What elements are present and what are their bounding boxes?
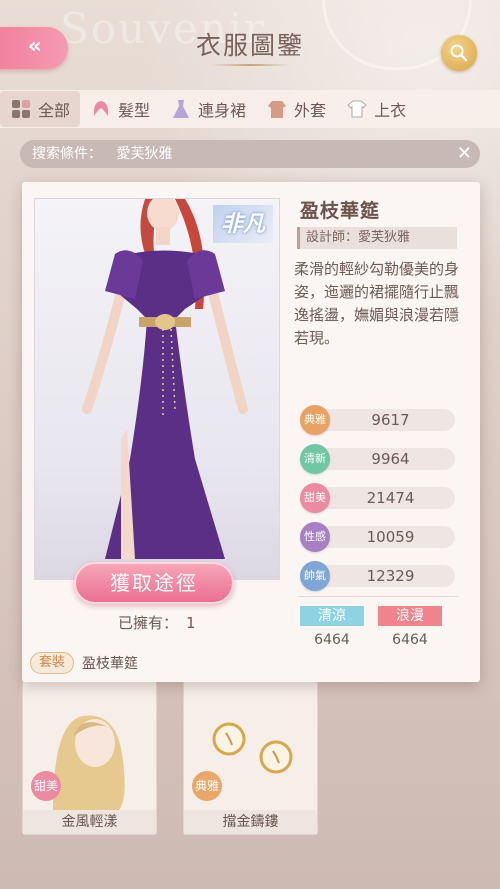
tab-dress[interactable]: 連身裙 [160,91,256,127]
designer-label: 設計師：愛芙狄雅 [297,227,457,249]
grid-icon [10,98,32,120]
item-preview: 非凡 [34,195,280,580]
item-title: 盈枝華筵 [300,200,381,222]
coat-icon [266,98,288,120]
tab-all[interactable]: 全部 [0,91,81,127]
page-title: 衣服圖鑒 [195,31,304,60]
tab-label: 外套 [294,101,327,120]
divider [298,596,458,597]
style-tag: 浪漫 6464 [378,606,442,648]
owned-label: 已擁有： [118,614,179,632]
title-ornament [210,64,290,66]
stat-value: 21474 [312,487,455,509]
search-button[interactable] [441,35,477,71]
stat-badge: 性感 [300,522,330,552]
suit-row: 套裝 盈枝華筵 [30,652,138,674]
owned-value: 1 [186,614,196,632]
stat-badge: 典雅 [300,405,330,435]
rarity-label: 非凡 [213,205,273,243]
search-condition-bar: 搜索條件： 愛芙狄雅 ✕ [20,140,480,168]
category-tabs: 全部 髮型 連身裙 外套 上衣 [0,90,500,128]
style-tag-value: 6464 [392,632,428,648]
dress-model-image [82,195,248,559]
tab-top[interactable]: 上衣 [336,91,416,127]
stat-value: 12329 [312,565,455,587]
stat-row: 12329 帥氣 [300,561,455,591]
stat-badge: 清新 [300,444,330,474]
close-icon[interactable]: ✕ [457,140,472,168]
item-name: 金風輕漾 [23,810,156,834]
style-tag-label: 浪漫 [378,606,442,626]
tab-coat[interactable]: 外套 [256,91,336,127]
stat-row: 10059 性感 [300,522,455,552]
search-condition-value: 愛芙狄雅 [116,146,173,162]
style-tag-value: 6464 [314,632,350,648]
style-tag-label: 清涼 [300,606,364,626]
style-badge: 甜美 [31,771,61,801]
stat-value: 9617 [312,409,455,431]
item-description: 柔滑的輕紗勾勒優美的身姿，迤邐的裙擺隨行止飄逸搖盪，嫵媚與浪漫若隱若現。 [294,260,460,347]
shirt-icon [346,98,368,120]
style-badge: 典雅 [192,771,222,801]
tab-hair[interactable]: 髮型 [80,91,160,127]
suit-name[interactable]: 盈枝華筵 [82,653,138,673]
stat-badge: 甜美 [300,483,330,513]
search-icon [450,44,468,62]
owned-count: 已擁有： 1 [118,612,196,633]
search-condition-label: 搜索條件： [32,146,102,162]
acquire-route-button[interactable]: 獲取途徑 [74,562,234,604]
stat-row: 9617 典雅 [300,405,455,435]
stat-value: 10059 [312,526,455,548]
stat-row: 9964 清新 [300,444,455,474]
dress-icon [170,98,192,120]
stat-badge: 帥氣 [300,561,330,591]
style-tag: 清涼 6464 [300,606,364,648]
item-name: 擋金鑄鏤 [184,810,317,834]
tab-label: 髮型 [118,101,151,120]
suit-tag: 套裝 [30,652,75,674]
tab-label: 連身裙 [198,101,247,120]
stat-value: 9964 [312,448,455,470]
list-item[interactable]: 典雅 擋金鑄鏤 [183,680,318,835]
stat-row: 21474 甜美 [300,483,455,513]
tab-label: 上衣 [374,101,407,120]
header: « 衣服圖鑒 [0,0,500,90]
list-item[interactable]: 甜美 金風輕漾 [22,680,157,835]
item-detail-panel: 非凡 獲取途徑 已擁有： 1 盈枝華筵 設計師：愛芙狄雅 柔滑的輕紗勾勒優美的身姿… [22,182,480,682]
tab-label: 全部 [38,101,71,120]
hair-icon [90,98,112,120]
